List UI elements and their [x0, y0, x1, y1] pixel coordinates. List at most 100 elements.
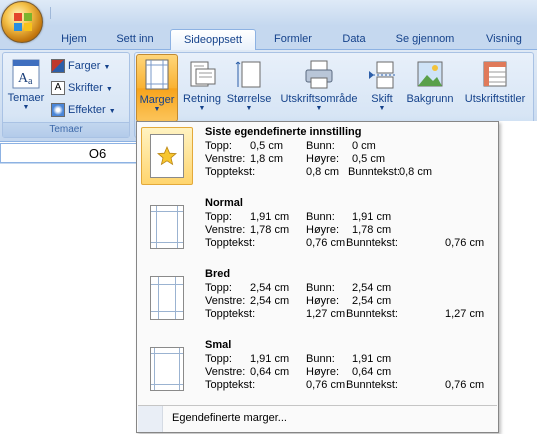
- left-value: 0,64 cm: [250, 366, 290, 378]
- top-value: 1,91 cm: [250, 353, 290, 365]
- print-titles-button[interactable]: Utskriftstitler: [459, 55, 531, 123]
- print-area-button[interactable]: Utskriftsområde ▼: [275, 55, 363, 123]
- fonts-button[interactable]: A Skrifter ▼: [51, 78, 113, 98]
- themes-group-label: Temaer: [3, 122, 129, 137]
- right-label: Høyre:: [306, 153, 339, 165]
- left-label: Venstre:: [205, 295, 246, 307]
- themes-button[interactable]: A a Temaer ▼: [6, 55, 46, 121]
- header-value: 1,27 cm: [306, 308, 346, 320]
- orientation-button[interactable]: Retning ▼: [180, 55, 224, 123]
- top-label: Topp:: [205, 211, 232, 223]
- top-label: Topp:: [205, 282, 232, 294]
- left-value: 1,8 cm: [250, 153, 284, 165]
- print-titles-icon: [483, 61, 507, 87]
- colors-icon: [51, 59, 65, 74]
- office-button[interactable]: [1, 1, 43, 43]
- margins-row-top-bottom: Topp: 2,54 cm Bunn: 2,54 cm: [205, 282, 495, 295]
- margins-row-top-bottom: Topp: 1,91 cm Bunn: 1,91 cm: [205, 211, 495, 224]
- effects-icon: [51, 103, 65, 118]
- office-logo-icon: [14, 13, 32, 31]
- chevron-down-icon: ▼: [153, 106, 161, 113]
- margins-row-top-bottom: Topp: 1,91 cm Bunn: 1,91 cm: [205, 353, 495, 366]
- top-label: Topp:: [205, 140, 232, 152]
- effects-button-label: Effekter: [68, 104, 106, 116]
- colors-button[interactable]: Farger ▼: [51, 56, 110, 76]
- size-button[interactable]: Størrelse ▼: [225, 55, 273, 123]
- margins-option-wide[interactable]: Bred Topp: 2,54 cm Bunn: 2,54 cm Venstre…: [138, 264, 497, 334]
- quick-access-separator: [48, 4, 60, 22]
- fonts-icon: A: [51, 81, 65, 96]
- margins-dropdown: Siste egendefinerte innstilling Topp: 0,…: [136, 121, 499, 433]
- margins-option-last-custom[interactable]: Siste egendefinerte innstilling Topp: 0,…: [138, 122, 497, 192]
- margins-option-title: Bred: [205, 268, 231, 280]
- header-label: Topptekst:: [205, 379, 256, 391]
- footer-value: 0,8 cm: [399, 166, 433, 178]
- left-label: Venstre:: [205, 366, 246, 378]
- footer-value: 0,76 cm: [445, 237, 485, 249]
- tab-insert[interactable]: Sett inn: [104, 29, 166, 50]
- background-button[interactable]: Bakgrunn: [403, 55, 457, 123]
- tab-view[interactable]: Visning: [474, 29, 534, 50]
- breaks-button[interactable]: Skift ▼: [363, 55, 401, 123]
- tab-page-layout[interactable]: Sideoppsett: [170, 29, 256, 51]
- size-icon: [235, 61, 261, 88]
- right-label: Høyre:: [306, 295, 339, 307]
- sheet-area: [499, 121, 537, 434]
- chevron-down-icon: ▼: [245, 105, 253, 112]
- header-label: Topptekst:: [205, 308, 256, 320]
- footer-label: Bunntekst:: [346, 308, 398, 320]
- tab-formulas[interactable]: Formler: [262, 29, 324, 50]
- tab-data[interactable]: Data: [330, 29, 378, 50]
- right-label: Høyre:: [306, 366, 339, 378]
- right-value: 0,64 cm: [352, 366, 392, 378]
- menu-icon-gutter: [138, 406, 163, 432]
- margins-option-normal[interactable]: Normal Topp: 1,91 cm Bunn: 1,91 cm Venst…: [138, 193, 497, 263]
- chevron-down-icon: ▼: [315, 105, 323, 112]
- margins-option-title: Normal: [205, 197, 243, 209]
- margins-option-title: Smal: [205, 339, 232, 351]
- chevron-down-icon: ▼: [103, 64, 111, 71]
- chevron-down-icon: ▼: [105, 86, 113, 93]
- margins-option-narrow[interactable]: Smal Topp: 1,91 cm Bunn: 1,91 cm Venstre…: [138, 335, 497, 405]
- orientation-icon: [190, 61, 216, 87]
- bottom-value: 1,91 cm: [352, 353, 392, 365]
- page-icon: [150, 347, 184, 391]
- breaks-button-label: Skift: [371, 93, 393, 105]
- bottom-value: 0 cm: [352, 140, 376, 152]
- margins-row-header-footer: Topptekst: 0,76 cm Bunntekst: 0,76 cm: [205, 237, 495, 250]
- bottom-label: Bunn:: [306, 140, 335, 152]
- colors-button-label: Farger: [68, 60, 101, 72]
- header-label: Topptekst:: [205, 166, 256, 178]
- top-value: 0,5 cm: [250, 140, 284, 152]
- top-label: Topp:: [205, 353, 232, 365]
- top-value: 2,54 cm: [250, 282, 290, 294]
- star-icon: [157, 146, 177, 166]
- margins-button[interactable]: Marger ▼: [136, 54, 178, 122]
- margins-row-header-footer: Topptekst: 0,76 cm Bunntekst: 0,76 cm: [205, 379, 495, 392]
- margins-preview: [141, 340, 193, 398]
- margins-icon: [145, 59, 169, 90]
- right-value: 2,54 cm: [352, 295, 392, 307]
- footer-value: 0,76 cm: [445, 379, 485, 391]
- breaks-icon: [369, 61, 395, 89]
- themes-group: A a Temaer ▼ Farger ▼ A Skrifter ▼ Effekt…: [2, 52, 130, 138]
- tab-review[interactable]: Se gjennom: [384, 29, 466, 50]
- page-icon: [150, 205, 184, 249]
- effects-button[interactable]: Effekter ▼: [51, 100, 116, 120]
- bottom-label: Bunn:: [306, 353, 335, 365]
- tab-home[interactable]: Hjem: [46, 29, 102, 50]
- background-button-label: Bakgrunn: [406, 93, 454, 105]
- margins-row-top-bottom: Topp: 0,5 cm Bunn: 0 cm: [205, 140, 495, 153]
- bottom-label: Bunn:: [306, 282, 335, 294]
- bottom-value: 1,91 cm: [352, 211, 392, 223]
- margins-row-header-footer: Topptekst: 1,27 cm Bunntekst: 1,27 cm: [205, 308, 495, 321]
- margins-row-left-right: Venstre: 2,54 cm Høyre: 2,54 cm: [205, 295, 495, 308]
- left-label: Venstre:: [205, 153, 246, 165]
- custom-margins-menu-item[interactable]: Egendefinerte marger...: [138, 406, 497, 432]
- ribbon-tab-bar: Hjem Sett inn Sideoppsett Formler Data S…: [0, 26, 537, 51]
- header-label: Topptekst:: [205, 237, 256, 249]
- header-value: 0,8 cm: [306, 166, 340, 178]
- margins-row-left-right: Venstre: 0,64 cm Høyre: 0,64 cm: [205, 366, 495, 379]
- page-icon: [150, 276, 184, 320]
- svg-text:a: a: [28, 76, 33, 87]
